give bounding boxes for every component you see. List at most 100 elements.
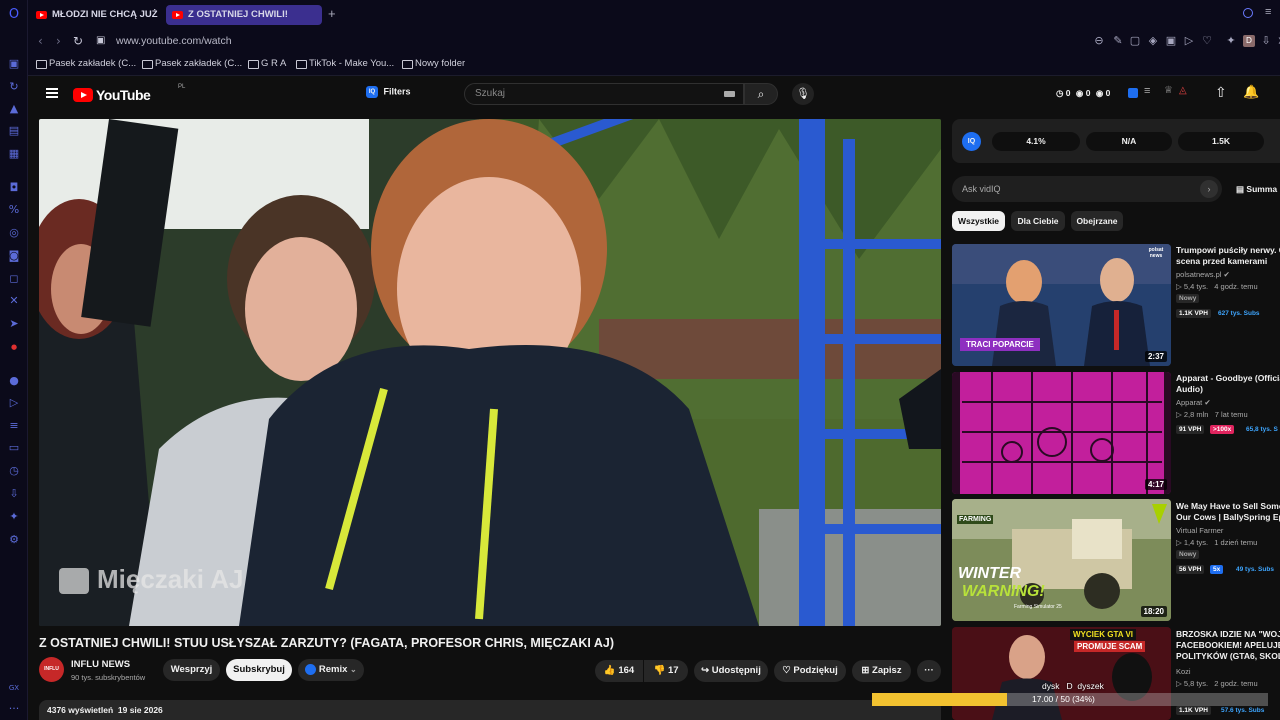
profile-icon[interactable]: D xyxy=(1243,35,1255,47)
vpn-icon[interactable]: ▭ xyxy=(7,441,21,455)
rec-thumbnail[interactable]: WYCIEK GTA VI PROMUJE SCAM xyxy=(952,627,1171,720)
remix-button[interactable]: Remix ⌄ xyxy=(298,659,364,681)
extensions-icon[interactable]: ✦ xyxy=(7,510,21,524)
ask-vidiq-input[interactable]: Ask vidIQ › xyxy=(952,176,1222,202)
player-icon[interactable]: ▷ xyxy=(7,396,21,410)
tab-2-active[interactable]: Z OSTATNIEJ CHWILI! xyxy=(166,5,322,25)
extensions-puzzle-icon[interactable]: ✦ xyxy=(1225,35,1237,47)
settings-icon[interactable]: ⚙ xyxy=(7,533,21,547)
bookmark-folder[interactable]: Pasek zakładek (C... xyxy=(142,58,242,69)
like-button[interactable]: 👍 164 xyxy=(595,660,643,682)
wallet-icon[interactable]: ▤ xyxy=(7,124,21,138)
save-button[interactable]: ⊞ Zapisz xyxy=(852,660,911,682)
send-arrow-icon[interactable]: › xyxy=(1200,180,1218,198)
channel-avatar[interactable]: INFLU xyxy=(39,657,64,682)
rec-channel[interactable]: polsatnews.pl ✔ xyxy=(1176,270,1230,279)
hamburger-menu-icon[interactable] xyxy=(46,88,58,98)
rec-thumbnail[interactable]: FARMING WINTER WARNING! Farming Simulato… xyxy=(952,499,1171,621)
app-red-icon[interactable]: ● xyxy=(7,340,21,354)
keyboard-icon[interactable] xyxy=(724,91,735,97)
rec-thumbnail[interactable]: 4:17 xyxy=(952,372,1171,494)
upload-icon[interactable]: ⇧ xyxy=(1215,84,1227,101)
more-actions-button[interactable]: ··· xyxy=(917,660,941,682)
chip-for-you[interactable]: Dla Ciebie xyxy=(1011,211,1065,231)
bookmark-tiktok[interactable]: TikTok - Make You... xyxy=(296,58,394,69)
chip-watched[interactable]: Obejrzane xyxy=(1071,211,1123,231)
snapshot-icon[interactable]: ▢ xyxy=(1129,35,1141,47)
x-icon[interactable]: ✕ xyxy=(7,294,21,308)
rec-title[interactable]: BRZOSKA IDZIE NA "WOJNĘFACEBOOKIEM! APEL… xyxy=(1176,629,1280,662)
rec-title[interactable]: We May Have to Sell Some Our Cows | Bally… xyxy=(1176,501,1280,523)
zoom-icon[interactable]: ⊖ xyxy=(1093,35,1105,47)
new-tab-button[interactable]: + xyxy=(328,7,336,21)
news-icon[interactable]: ▦ xyxy=(7,147,21,161)
tabs-icon[interactable]: ≡ xyxy=(7,419,21,433)
cube-icon[interactable]: ▣ xyxy=(1165,35,1177,47)
eye-icon: ◉ xyxy=(1075,88,1084,98)
heart-icon[interactable]: ♡ xyxy=(1201,35,1213,47)
play-icon[interactable]: ▷ xyxy=(1183,35,1195,47)
download-icon[interactable]: ⇩ xyxy=(1260,35,1272,47)
vidiq-logo-icon[interactable]: IQ xyxy=(962,132,981,151)
instagram-icon[interactable]: ◻ xyxy=(7,272,21,286)
chip-all[interactable]: Wszystkie xyxy=(952,211,1005,231)
summary-button[interactable]: ▤ Summa xyxy=(1236,184,1277,195)
play-small-icon: ▷ xyxy=(1176,282,1182,291)
video-player[interactable]: Mięczaki AJ xyxy=(39,119,941,626)
bookmark-folder[interactable]: G R A xyxy=(248,58,286,69)
shield-icon[interactable]: ◈ xyxy=(1147,35,1159,47)
rec-title[interactable]: Trumpowi puściły nerwy. Oscena przed kam… xyxy=(1176,245,1280,267)
vidiq-filters-button[interactable]: IQ Filters xyxy=(366,86,411,102)
aria-icon[interactable]: ▣ xyxy=(7,57,21,71)
forward-icon[interactable]: › xyxy=(56,34,61,48)
discord-icon[interactable]: ◙ xyxy=(7,249,21,263)
rec-thumbnail[interactable]: polsat news TRACI POPARCIE 2:37 xyxy=(952,244,1171,366)
rec-title[interactable]: Apparat - Goodbye (Official Audio) xyxy=(1176,373,1280,395)
vidiq-metric: 1.5K xyxy=(1178,132,1264,151)
thanks-button[interactable]: ♡ Podziękuj xyxy=(774,660,846,682)
notifications-icon[interactable]: 🔔 xyxy=(1243,84,1259,100)
percent-icon[interactable]: % xyxy=(7,203,21,217)
trophy-icon[interactable]: ♕ xyxy=(1164,85,1173,96)
history-icon[interactable]: ↻ xyxy=(7,80,21,94)
vidiq-toolbar-icon[interactable] xyxy=(1128,88,1138,98)
list-icon[interactable]: ≡ xyxy=(1144,85,1150,97)
rec-channel[interactable]: Virtual Farmer xyxy=(1176,526,1223,535)
url-field[interactable]: www.youtube.com/watch xyxy=(116,35,232,47)
menu-icon[interactable]: ≡ xyxy=(1265,6,1271,18)
opera-logo-icon[interactable]: O xyxy=(7,8,21,22)
search-input[interactable]: Szukaj xyxy=(464,83,744,105)
rec-channel[interactable]: Kozi xyxy=(1176,667,1191,676)
clock-icon[interactable]: ◷ xyxy=(7,464,21,478)
music-icon[interactable]: ● xyxy=(7,374,21,388)
more-icon[interactable]: ··· xyxy=(7,702,21,716)
search-button[interactable]: ⌕ xyxy=(744,83,778,105)
chevron-down-icon: ⌄ xyxy=(350,665,357,674)
messages-icon[interactable]: ◘ xyxy=(7,181,21,195)
gx-icon[interactable]: GX xyxy=(7,681,21,695)
messenger-icon[interactable]: ◎ xyxy=(7,226,21,240)
pin-icon[interactable]: ✎ xyxy=(1112,35,1124,47)
mic-icon: 🎙 xyxy=(796,88,810,100)
bell-off-icon[interactable]: ◬ xyxy=(1179,85,1187,96)
telegram-icon[interactable]: ➤ xyxy=(7,317,21,331)
channel-name[interactable]: INFLU NEWS xyxy=(71,659,130,670)
search-tabs-icon[interactable] xyxy=(1243,8,1253,18)
bag-icon[interactable]: ▲ xyxy=(7,102,21,116)
description-box[interactable]: 4376 wyświetleń 19 sie 2026 xyxy=(39,700,941,720)
back-icon[interactable]: ‹ xyxy=(38,34,43,48)
thumbs-down-icon: 👎 xyxy=(653,665,666,676)
send-icon[interactable]: ➤ xyxy=(1276,35,1280,47)
bookmark-folder[interactable]: Pasek zakładek (C... xyxy=(36,58,136,69)
downloads-icon[interactable]: ⇩ xyxy=(7,487,21,501)
subscribe-button[interactable]: Subskrybuj xyxy=(226,659,292,681)
tab-1[interactable]: MŁODZI NIE CHCĄ JUŻ TA xyxy=(30,5,158,25)
voice-search-button[interactable]: 🎙 xyxy=(792,83,814,105)
bookmark-folder[interactable]: Nowy folder xyxy=(402,58,465,69)
share-button[interactable]: ↪ Udostępnij xyxy=(694,660,768,682)
dislike-button[interactable]: 👎 17 xyxy=(644,660,688,682)
support-button[interactable]: Wesprzyj xyxy=(163,659,220,681)
reload-icon[interactable]: ↻ xyxy=(73,34,83,48)
tab-label: Z OSTATNIEJ CHWILI! xyxy=(188,9,288,20)
rec-channel[interactable]: Apparat ✔ xyxy=(1176,398,1211,407)
